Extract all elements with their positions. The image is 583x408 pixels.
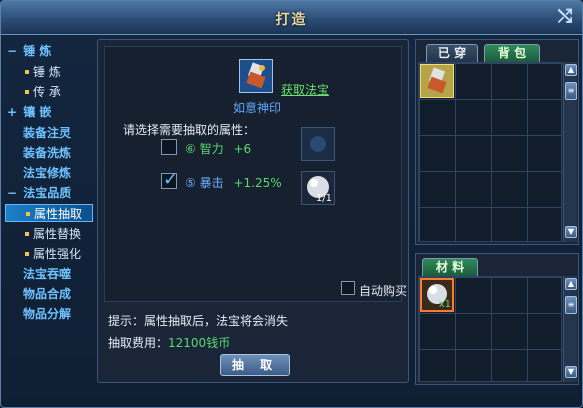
select-prompt: 请选择需要抽取的属性： — [123, 123, 256, 137]
attr-name: 智力 — [199, 142, 224, 156]
sidebar-item-label: 装备洗炼 — [23, 146, 72, 160]
attr-name: 暴击 — [199, 176, 224, 190]
treasure-slot[interactable] — [239, 59, 273, 93]
materials-scrollbar[interactable]: ▲ ≡ ▼ — [563, 276, 577, 382]
cost-value: 12100钱币 — [168, 336, 231, 350]
scroll-down-icon[interactable]: ▼ — [565, 366, 577, 378]
attr-row-int: ⑥ 智力 +6 — [185, 140, 251, 157]
sidebar-item-label: 法宝修炼 — [23, 166, 72, 180]
bag-grid[interactable] — [418, 62, 562, 242]
tab-materials[interactable]: 材 料 — [422, 258, 478, 276]
bullet-icon — [25, 89, 29, 94]
bag-panel: 已 穿 背 包 ▲ ≡ ▼ — [415, 39, 579, 245]
sidebar-item-label: 镶 嵌 — [23, 105, 52, 119]
seal-icon — [427, 67, 447, 94]
extract-panel: 获取法宝 如意神印 请选择需要抽取的属性： ⑥ 智力 +6 1/1 ✓ ⑤ 暴击 — [97, 39, 409, 383]
sidebar-item-label: 锤 炼 — [33, 65, 61, 79]
sidebar-item-label: 属性抽取 — [34, 207, 83, 221]
sidebar-item-treasure-devour[interactable]: 法宝吞噬 — [23, 265, 71, 283]
sidebar-item-equip-spirit[interactable]: 装备注灵 — [23, 124, 71, 142]
get-treasure-link[interactable]: 获取法宝 — [281, 81, 329, 98]
sidebar-item-attr-extract[interactable]: 属性抽取 — [5, 204, 93, 222]
auto-buy-checkbox[interactable] — [341, 281, 355, 295]
extract-area: 获取法宝 如意神印 请选择需要抽取的属性： ⑥ 智力 +6 1/1 ✓ ⑤ 暴击 — [104, 46, 407, 302]
material-count: 1/1 — [315, 193, 332, 204]
sidebar-item-label: 法宝品质 — [23, 186, 72, 200]
scroll-thumb[interactable]: ≡ — [565, 296, 577, 314]
checkmark-icon: ✓ — [163, 169, 179, 190]
treasure-name: 如意神印 — [233, 101, 282, 115]
sidebar-item-label: 物品合成 — [23, 287, 72, 301]
extract-button[interactable]: 抽 取 — [220, 354, 290, 376]
expand-icon: + — [6, 105, 18, 119]
sidebar-nav: − 锤 炼 锤 炼 传 承 + 镶 嵌 装备注灵 装备洗炼 法宝修炼 − 法宝品… — [3, 39, 95, 405]
attr-checkbox-int[interactable] — [161, 139, 177, 155]
sidebar-item-inlay[interactable]: + 镶 嵌 — [5, 103, 51, 121]
sidebar-item-label: 装备注灵 — [23, 126, 72, 140]
materials-grid[interactable]: x1 — [418, 276, 562, 382]
sidebar-item-label: 传 承 — [33, 85, 61, 99]
collapse-icon: − — [6, 186, 18, 200]
bullet-icon — [25, 231, 29, 236]
cost-row: 抽取费用：12100钱币 — [108, 334, 230, 351]
bag-scrollbar[interactable]: ▲ ≡ ▼ — [563, 62, 577, 242]
sidebar-item-treasure-train[interactable]: 法宝修炼 — [23, 164, 71, 182]
sidebar-item-attr-enhance[interactable]: 属性强化 — [25, 245, 81, 263]
material-slot[interactable]: 1/1 — [301, 171, 335, 205]
sidebar-item-treasure-quality[interactable]: − 法宝品质 — [5, 184, 71, 202]
title-bar: 打造 ⤭ — [1, 1, 582, 35]
bag-slot-1[interactable] — [420, 64, 454, 98]
cost-label: 抽取费用： — [108, 336, 169, 350]
close-icon[interactable]: ⤭ — [554, 7, 576, 29]
scroll-up-icon[interactable]: ▲ — [565, 64, 577, 76]
sidebar-item-hammer[interactable]: − 锤 炼 — [5, 42, 51, 60]
sidebar-item-attr-replace[interactable]: 属性替换 — [25, 225, 81, 243]
attr-value: +6 — [233, 142, 252, 156]
seal-icon — [246, 62, 266, 89]
scroll-down-icon[interactable]: ▼ — [565, 226, 577, 238]
bullet-icon — [26, 211, 30, 216]
sidebar-item-label: 锤 炼 — [23, 44, 52, 58]
attr-value: +1.25% — [233, 176, 282, 190]
attr-checkbox-crit[interactable]: ✓ — [161, 169, 178, 190]
sidebar-item-label: 法宝吞噬 — [23, 267, 72, 281]
bullet-icon — [25, 69, 29, 74]
forge-window: 打造 ⤭ − 锤 炼 锤 炼 传 承 + 镶 嵌 装备注灵 装备洗炼 法宝修炼 … — [0, 0, 583, 408]
sidebar-item-item-decompose[interactable]: 物品分解 — [23, 305, 71, 323]
attr-row-crit: ⑤ 暴击 +1.25% — [185, 174, 282, 191]
attr-badge: ⑤ — [185, 176, 196, 190]
hint-text: 提示：属性抽取后，法宝将会消失 — [108, 314, 289, 328]
tab-equipped[interactable]: 已 穿 — [426, 44, 478, 62]
attr-badge: ⑥ — [185, 142, 196, 156]
material-slot-empty[interactable] — [301, 127, 335, 161]
materials-panel: 材 料 x1 ▲ ≡ ▼ — [415, 253, 579, 385]
scroll-up-icon[interactable]: ▲ — [565, 278, 577, 290]
empty-slot-icon — [310, 136, 326, 152]
sidebar-item-equip-refine[interactable]: 装备洗炼 — [23, 144, 71, 162]
sidebar-item-label: 属性替换 — [33, 227, 82, 241]
materials-count: x1 — [438, 299, 451, 310]
window-title: 打造 — [275, 12, 308, 28]
sidebar-item-label: 属性强化 — [33, 247, 82, 261]
sidebar-item-inherit[interactable]: 传 承 — [25, 83, 61, 101]
auto-buy-label: 自动购买 — [359, 284, 408, 298]
sidebar-item-label: 物品分解 — [23, 307, 72, 321]
collapse-icon: − — [6, 44, 18, 58]
bullet-icon — [25, 251, 29, 256]
materials-slot-1[interactable]: x1 — [420, 278, 454, 312]
sidebar-item-item-synth[interactable]: 物品合成 — [23, 285, 71, 303]
scroll-thumb[interactable]: ≡ — [565, 82, 577, 100]
tab-bag[interactable]: 背 包 — [484, 44, 540, 62]
sidebar-item-hammer-sub[interactable]: 锤 炼 — [25, 63, 61, 81]
